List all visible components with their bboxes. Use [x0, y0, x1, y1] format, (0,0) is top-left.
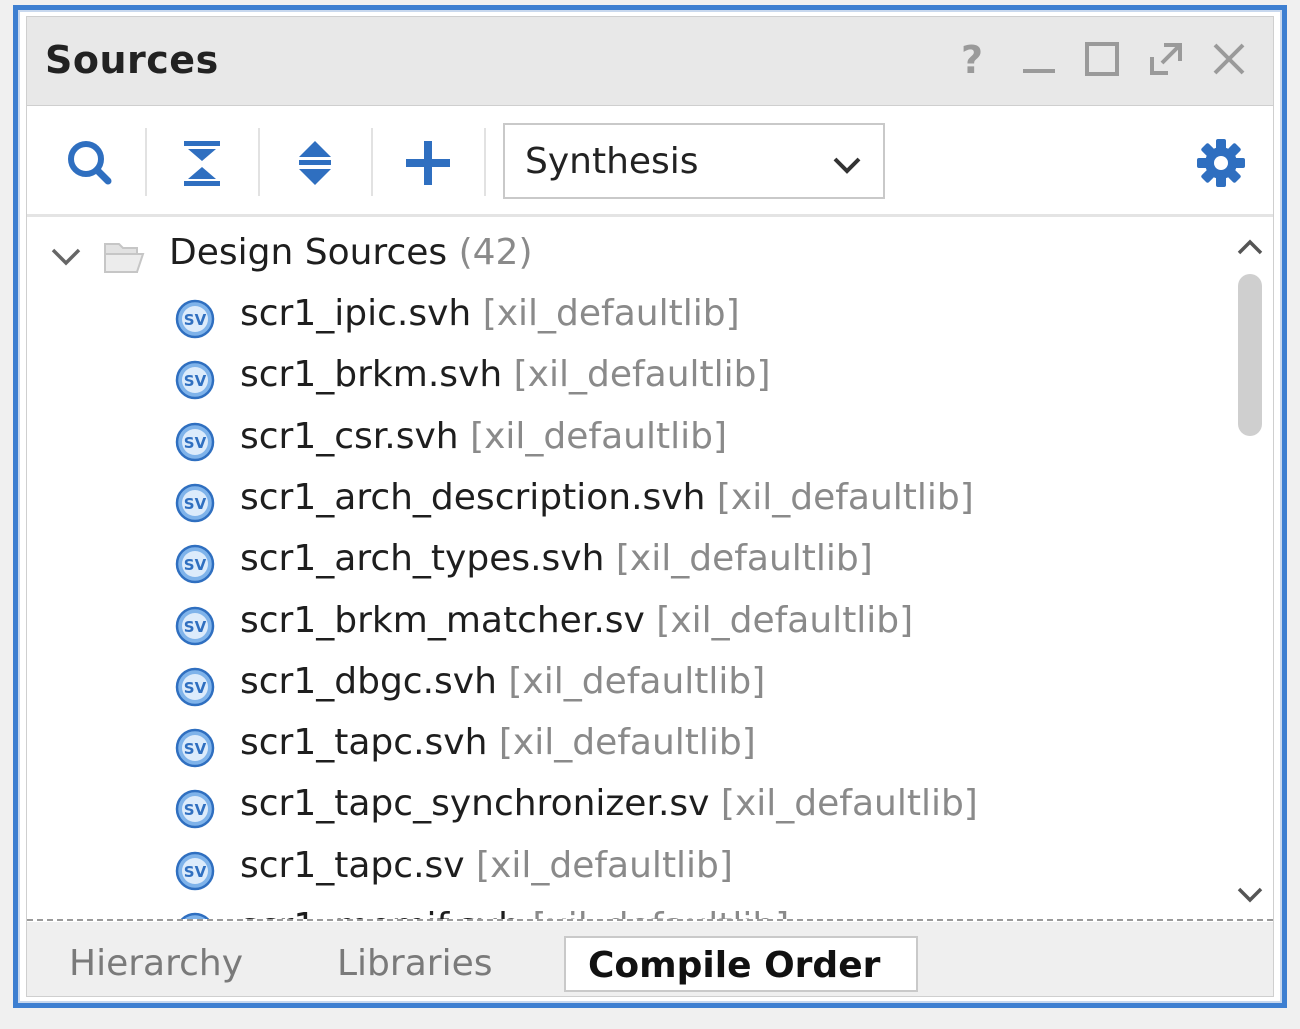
file-name: scr1_tapc_synchronizer.sv — [240, 783, 710, 825]
file-name: scr1_brkm.svh — [240, 354, 503, 396]
scrollbar-thumb[interactable] — [1238, 274, 1262, 436]
file-library: [xil_defaultlib] — [482, 293, 740, 334]
systemverilog-file-icon: SV — [175, 606, 215, 645]
folder-icon — [104, 243, 145, 273]
help-icon[interactable]: ? — [952, 37, 996, 82]
systemverilog-file-icon: SV — [175, 728, 215, 768]
tab-hierarchy[interactable]: Hierarchy — [47, 936, 265, 992]
plus-icon[interactable] — [400, 135, 456, 191]
file-library: [xil_defaultlib] — [720, 783, 978, 825]
file-name: scr1_arch_description.svh — [240, 476, 706, 518]
file-name: scr1_tapc.svh — [240, 722, 488, 764]
expand-all-icon[interactable] — [287, 135, 343, 191]
svg-text:SV: SV — [184, 556, 207, 574]
svg-text:SV: SV — [184, 863, 207, 881]
panel-title: Sources — [45, 38, 219, 82]
systemverilog-file-icon: SV — [175, 544, 215, 584]
systemverilog-file-icon: SV — [175, 483, 215, 523]
systemverilog-file-icon: SV — [175, 667, 215, 707]
file-name: scr1_dbgc.svh — [240, 660, 497, 702]
file-library: [xil_defaultlib] — [716, 476, 974, 518]
file-name: scr1_brkm_matcher.sv — [240, 599, 645, 641]
sources-panel: Sources ? Synthesis Design Sources (42) … — [13, 5, 1287, 1008]
scroll-up-icon[interactable] — [1233, 231, 1267, 265]
tree-file-row[interactable]: SV scr1_csr.svh [xil_defaultlib] — [27, 412, 1217, 468]
source-set-select[interactable]: Synthesis — [503, 123, 885, 199]
systemverilog-file-icon: SV — [180, 912, 210, 919]
systemverilog-file-icon: SV — [175, 851, 215, 890]
toolbar-separator — [371, 128, 373, 196]
file-name: scr1_ipic.svh — [240, 293, 472, 334]
toolbar-separator — [258, 128, 260, 196]
file-name: scr1_csr.svh — [240, 415, 459, 457]
file-name: scr1_arch_types.svh — [240, 538, 605, 580]
source-set-value: Synthesis — [525, 141, 699, 182]
tab-compile-order[interactable]: Compile Order — [564, 936, 918, 992]
tree-file-row[interactable]: SV scr1_dbgc.svh [xil_defaultlib] — [27, 657, 1217, 713]
title-bar: Sources ? — [27, 17, 1273, 106]
systemverilog-file-icon: SV — [175, 299, 215, 339]
svg-text:SV: SV — [184, 618, 207, 636]
maximize-icon[interactable] — [1080, 37, 1124, 81]
tree-root-design-sources[interactable]: Design Sources (42) — [27, 228, 1217, 284]
svg-text:SV: SV — [184, 801, 207, 819]
chevron-down-icon[interactable] — [49, 240, 83, 274]
svg-text:SV: SV — [184, 311, 207, 329]
tree-root-label: Design Sources — [169, 232, 448, 273]
file-library: [xil_defaultlib] — [476, 844, 733, 886]
tree-file-row[interactable]: SV scr1_arch_description.svh [xil_default… — [27, 473, 1217, 529]
file-library: [xil_defaultlib] — [470, 415, 727, 457]
tree-file-row[interactable]: SV scr1_tapc.sv [xil_defaultlib] — [27, 841, 1217, 897]
tree-file-row[interactable]: SV scr1_brkm.svh [xil_defaultlib] — [27, 350, 1217, 406]
tab-libraries[interactable]: Libraries — [315, 936, 514, 992]
toolbar-separator — [484, 128, 486, 196]
svg-text:SV: SV — [184, 434, 207, 452]
toolbar-separator — [145, 128, 147, 196]
systemverilog-file-icon: SV — [175, 790, 215, 829]
svg-text:SV: SV — [184, 372, 207, 390]
tree-file-row[interactable]: SV scr1_brkm_matcher.sv [xil_defaultlib] — [27, 596, 1217, 652]
gear-icon[interactable] — [1193, 135, 1249, 191]
tree-file-row[interactable]: SV scr1_arch_types.svh [xil_defaultlib] — [27, 534, 1217, 590]
file-library: [xil_defaultlib] — [508, 660, 766, 702]
tree-scrollbar[interactable] — [1227, 217, 1273, 919]
tree-file-row[interactable]: SV scr1_memif.svh [xil_defaultlib] — [27, 902, 1217, 919]
collapse-all-icon[interactable] — [174, 135, 230, 191]
tree-file-row[interactable]: SV scr1_ipic.svh [xil_defaultlib] — [27, 289, 1217, 345]
minimize-icon[interactable] — [1017, 37, 1061, 81]
svg-text:SV: SV — [184, 679, 207, 697]
tab-divider — [27, 919, 1273, 921]
tree-file-row[interactable]: SV scr1_tapc_synchronizer.sv [xil_default… — [27, 779, 1217, 835]
tree-file-row[interactable]: SV scr1_tapc.svh [xil_defaultlib] — [27, 718, 1217, 774]
file-library: [xil_defaultlib] — [615, 538, 873, 580]
svg-text:SV: SV — [184, 495, 207, 513]
chevron-down-icon — [833, 157, 861, 174]
panel-inner: Sources ? Synthesis Design Sources (42) … — [26, 16, 1274, 997]
close-icon[interactable] — [1207, 37, 1251, 81]
svg-text:SV: SV — [184, 740, 207, 758]
systemverilog-file-icon: SV — [175, 361, 215, 400]
scroll-down-icon[interactable] — [1233, 877, 1267, 911]
search-icon[interactable] — [62, 135, 118, 191]
tree-root-count: (42) — [458, 232, 533, 273]
float-icon[interactable] — [1144, 37, 1188, 81]
svg-text:?: ? — [961, 38, 983, 81]
file-library: [xil_defaultlib] — [513, 354, 771, 396]
sources-tree: Design Sources (42) SV scr1_ipic.svh [xil… — [27, 217, 1273, 919]
file-library: [xil_defaultlib] — [498, 722, 756, 764]
file-library: [xil_defaultlib] — [656, 599, 914, 641]
file-library: [xil_defaultlib] — [532, 906, 789, 919]
view-tabs: Hierarchy Libraries Compile Order — [27, 922, 1273, 996]
systemverilog-file-icon: SV — [175, 422, 215, 461]
file-name: scr1_tapc.sv — [240, 844, 465, 886]
sources-toolbar: Synthesis — [27, 106, 1273, 217]
file-name: scr1_memif.svh — [240, 906, 521, 919]
